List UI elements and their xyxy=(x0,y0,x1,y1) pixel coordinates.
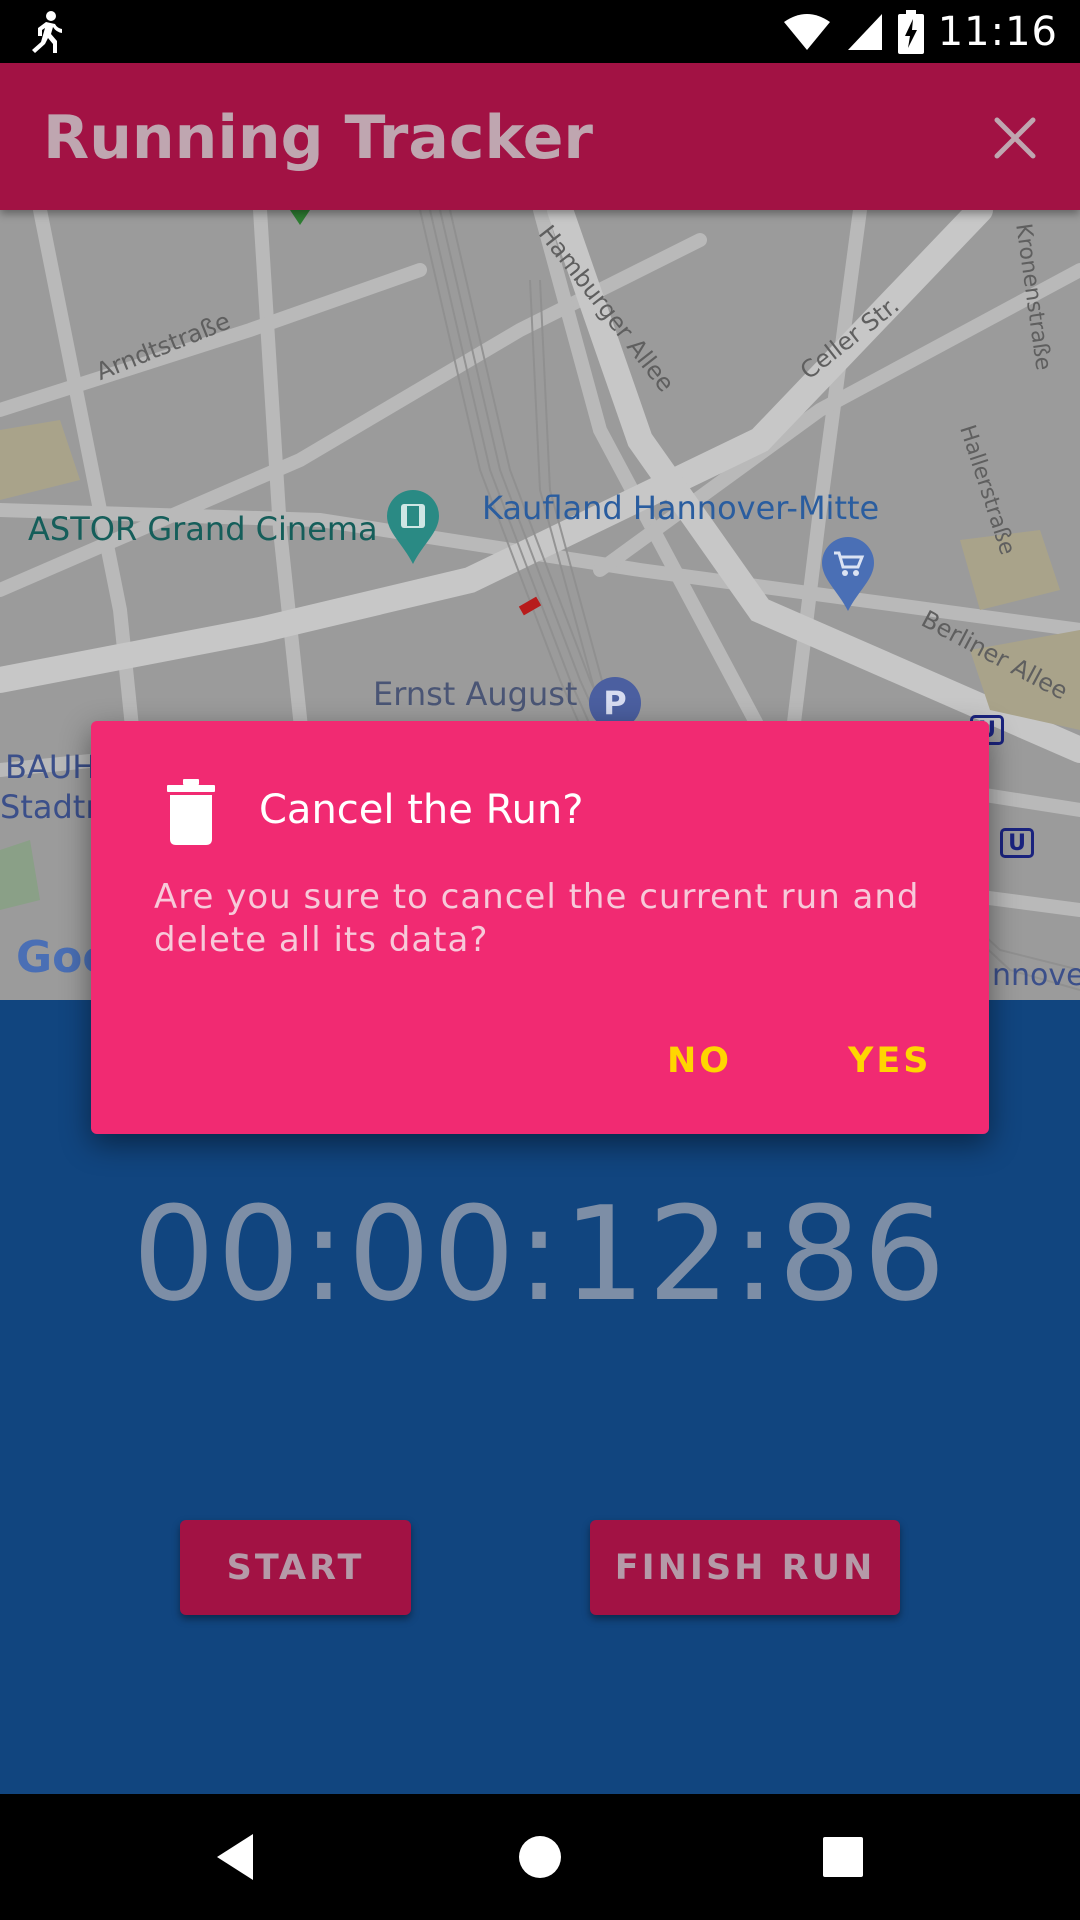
recents-icon xyxy=(823,1837,863,1877)
place-label-bauh-fragment: BAUH xyxy=(5,748,97,786)
status-bar: 11:16 xyxy=(0,0,1080,63)
status-time: 11:16 xyxy=(937,8,1058,55)
close-icon xyxy=(994,117,1036,159)
subway-marker-icon: U xyxy=(1000,828,1034,858)
back-button[interactable] xyxy=(200,1822,270,1892)
run-timer: 00:00:12:86 xyxy=(132,1178,948,1330)
parking-marker-label: P xyxy=(603,684,627,722)
dialog-title: Cancel the Run? xyxy=(259,787,584,833)
place-label-ernst-august: Ernst August xyxy=(373,675,578,713)
cancel-run-dialog: Cancel the Run? Are you sure to cancel t… xyxy=(91,721,989,1134)
app-bar: Running Tracker xyxy=(0,63,1080,210)
cinema-marker-icon xyxy=(387,490,439,564)
battery-charging-icon xyxy=(897,9,924,54)
app-title: Running Tracker xyxy=(43,103,594,173)
wifi-icon xyxy=(783,13,830,50)
running-icon xyxy=(32,11,62,53)
shopping-cart-marker-icon xyxy=(822,537,874,611)
place-label-stadtr-fragment: Stadtr xyxy=(0,788,99,826)
status-right: 11:16 xyxy=(782,0,1058,63)
start-button[interactable]: START xyxy=(180,1520,411,1615)
navigation-bar xyxy=(0,1794,1080,1920)
place-label-astor-cinema: ASTOR Grand Cinema xyxy=(28,510,378,548)
finish-run-button[interactable]: FINISH RUN xyxy=(590,1520,900,1615)
home-button[interactable] xyxy=(505,1822,575,1892)
place-label-kaufland: Kaufland Hannover-Mitte xyxy=(482,489,880,527)
dialog-yes-button[interactable]: YES xyxy=(848,1041,931,1081)
place-label-hannover-fragment: nnover xyxy=(992,958,1080,993)
trash-icon xyxy=(167,779,215,845)
dialog-no-button[interactable]: NO xyxy=(667,1041,732,1081)
home-icon xyxy=(519,1836,561,1878)
recents-button[interactable] xyxy=(808,1822,878,1892)
signal-icon xyxy=(847,13,882,50)
dialog-message: Are you sure to cancel the current run a… xyxy=(154,877,920,960)
back-icon xyxy=(217,1834,253,1880)
close-button[interactable] xyxy=(980,103,1050,173)
subway-marker-label: U xyxy=(1008,830,1026,856)
